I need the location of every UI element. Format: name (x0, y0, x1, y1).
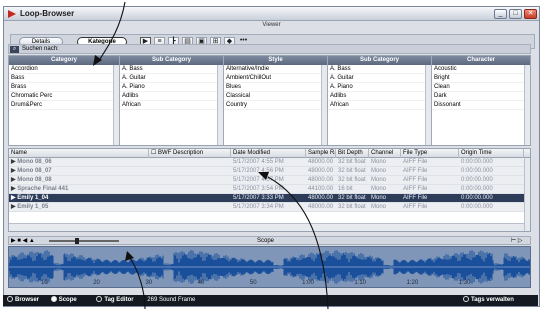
callout-arrow-icon (125, 251, 134, 261)
callout-line-scope (129, 257, 146, 309)
callout-arrow-icon (93, 55, 102, 66)
callout-line-results (267, 176, 329, 309)
callout-lines (93, 1, 329, 309)
callout-line-kategorie (97, 1, 126, 63)
callout-arrow-icon (258, 172, 269, 180)
